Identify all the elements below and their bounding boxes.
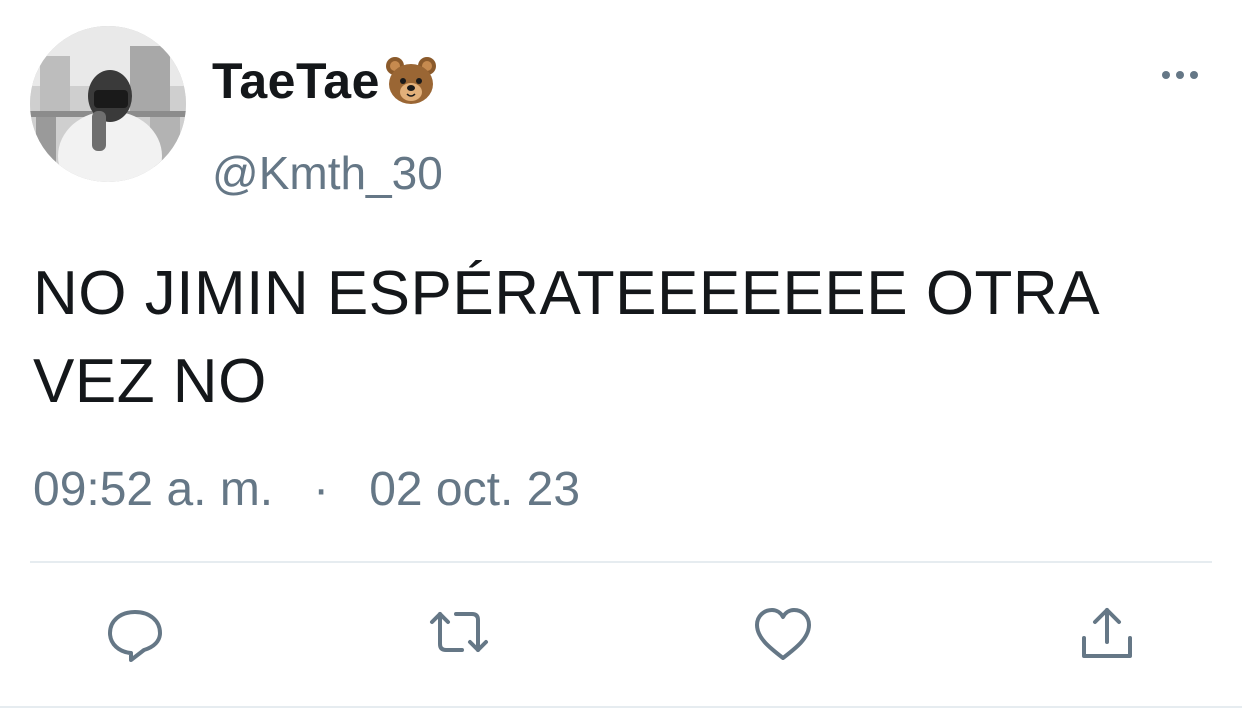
timestamp-separator-dot: · — [313, 463, 330, 516]
reply-bubble-icon — [108, 610, 162, 662]
like-button[interactable] — [748, 600, 818, 670]
tweet-card: TaeTae @Kmth_30 NO JIMIN ESPÉRATEEEEEEE — [0, 0, 1242, 726]
author-name-row[interactable]: TaeTae — [212, 50, 438, 112]
timestamp-separator — [286, 463, 299, 516]
bear-face-icon — [384, 54, 438, 108]
tweet-date[interactable]: 02 oct. 23 — [369, 463, 580, 516]
display-name[interactable]: TaeTae — [212, 52, 380, 110]
timestamp-separator-space — [343, 463, 356, 516]
tweet-timestamp[interactable]: 09:52 a. m. · 02 oct. 23 — [33, 462, 580, 517]
tweet-text: NO JIMIN ESPÉRATEEEEEEE OTRA VEZ NO — [33, 259, 1097, 416]
share-upload-icon — [1082, 608, 1132, 658]
tweet-actions-bar — [0, 600, 1242, 670]
avatar[interactable] — [30, 26, 186, 182]
tweet-time[interactable]: 09:52 a. m. — [33, 463, 273, 516]
more-dots-icon[interactable] — [1158, 60, 1202, 90]
share-button[interactable] — [1072, 600, 1142, 670]
avatar-photo — [30, 26, 186, 182]
divider — [30, 561, 1212, 563]
retweet-icon — [430, 612, 488, 652]
retweet-button[interactable] — [424, 600, 494, 670]
heart-icon — [755, 608, 811, 660]
user-handle[interactable]: @Kmth_30 — [212, 146, 443, 200]
reply-button[interactable] — [100, 600, 170, 670]
bottom-divider — [0, 706, 1242, 708]
